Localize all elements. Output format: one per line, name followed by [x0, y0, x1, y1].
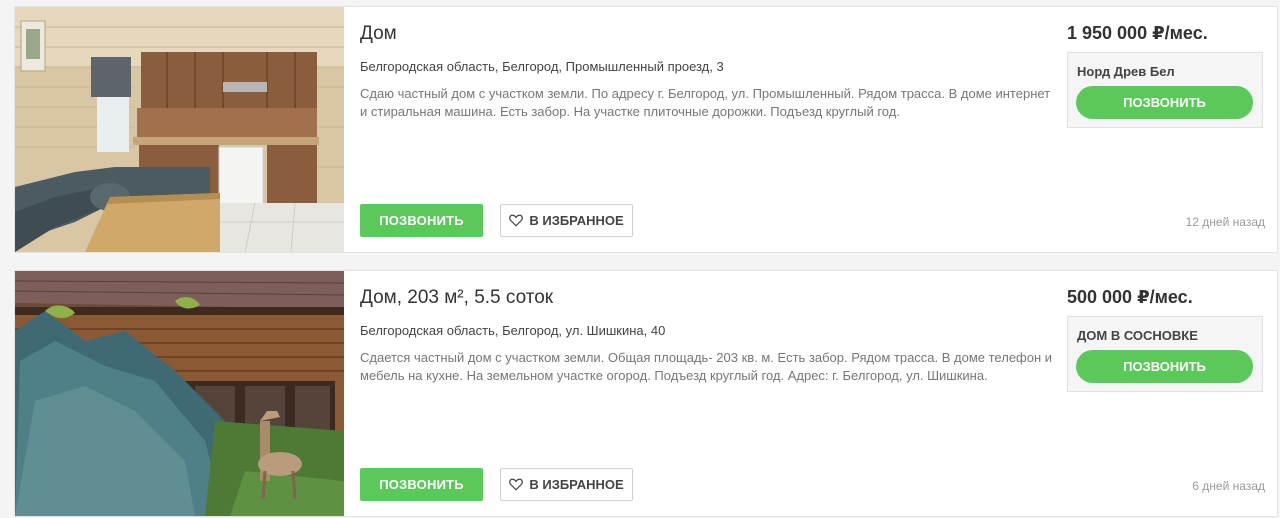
listing-date: 12 дней назад	[1185, 215, 1265, 229]
heart-icon	[509, 214, 524, 227]
listing-price: 1 950 000 ₽/мес.	[1067, 23, 1208, 43]
favorites-label: В ИЗБРАННОЕ	[529, 477, 624, 492]
add-to-favorites-button[interactable]: В ИЗБРАННОЕ	[500, 468, 633, 501]
call-button[interactable]: ПОЗВОНИТЬ	[360, 204, 483, 237]
listing-description: Сдается частный дом с участком земли. Об…	[360, 350, 1053, 383]
listing-title[interactable]: Дом	[360, 23, 397, 45]
listing-card[interactable]: Дом Белгородская область, Белгород, Пром…	[14, 6, 1278, 253]
kitchen-interior-photo	[15, 7, 344, 252]
agent-name[interactable]: Норд Древ Бел	[1077, 64, 1175, 79]
listing-photo[interactable]	[15, 271, 344, 516]
agent-call-button[interactable]: ПОЗВОНИТЬ	[1076, 350, 1253, 383]
agent-box: Норд Древ Бел ПОЗВОНИТЬ	[1067, 52, 1263, 128]
agent-call-button[interactable]: ПОЗВОНИТЬ	[1076, 86, 1253, 119]
listing-info: Дом Белгородская область, Белгород, Пром…	[360, 7, 1060, 252]
listing-info: Дом, 203 м², 5.5 соток Белгородская обла…	[360, 271, 1060, 516]
listing-photo[interactable]	[15, 7, 344, 252]
listing-side: 500 000 ₽/мес. ДОМ В СОСНОВКЕ ПОЗВОНИТЬ …	[1067, 271, 1267, 516]
listing-side: 1 950 000 ₽/мес. Норд Древ Бел ПОЗВОНИТЬ…	[1067, 7, 1267, 252]
listing-price: 500 000 ₽/мес.	[1067, 287, 1193, 307]
agent-box: ДОМ В СОСНОВКЕ ПОЗВОНИТЬ	[1067, 316, 1263, 392]
listing-description: Сдаю частный дом с участком земли. По ад…	[360, 86, 1051, 119]
listing-address: Белгородская область, Белгород, Промышле…	[360, 59, 724, 74]
call-button[interactable]: ПОЗВОНИТЬ	[360, 468, 483, 501]
heart-icon	[509, 478, 524, 491]
house-exterior-photo	[15, 271, 344, 516]
listing-address: Белгородская область, Белгород, ул. Шишк…	[360, 323, 666, 338]
favorites-label: В ИЗБРАННОЕ	[529, 213, 624, 228]
add-to-favorites-button[interactable]: В ИЗБРАННОЕ	[500, 204, 633, 237]
listing-card[interactable]: Дом, 203 м², 5.5 соток Белгородская обла…	[14, 270, 1278, 517]
agent-name[interactable]: ДОМ В СОСНОВКЕ	[1077, 328, 1198, 343]
listing-date: 6 дней назад	[1192, 479, 1265, 493]
listing-title[interactable]: Дом, 203 м², 5.5 соток	[360, 287, 553, 309]
